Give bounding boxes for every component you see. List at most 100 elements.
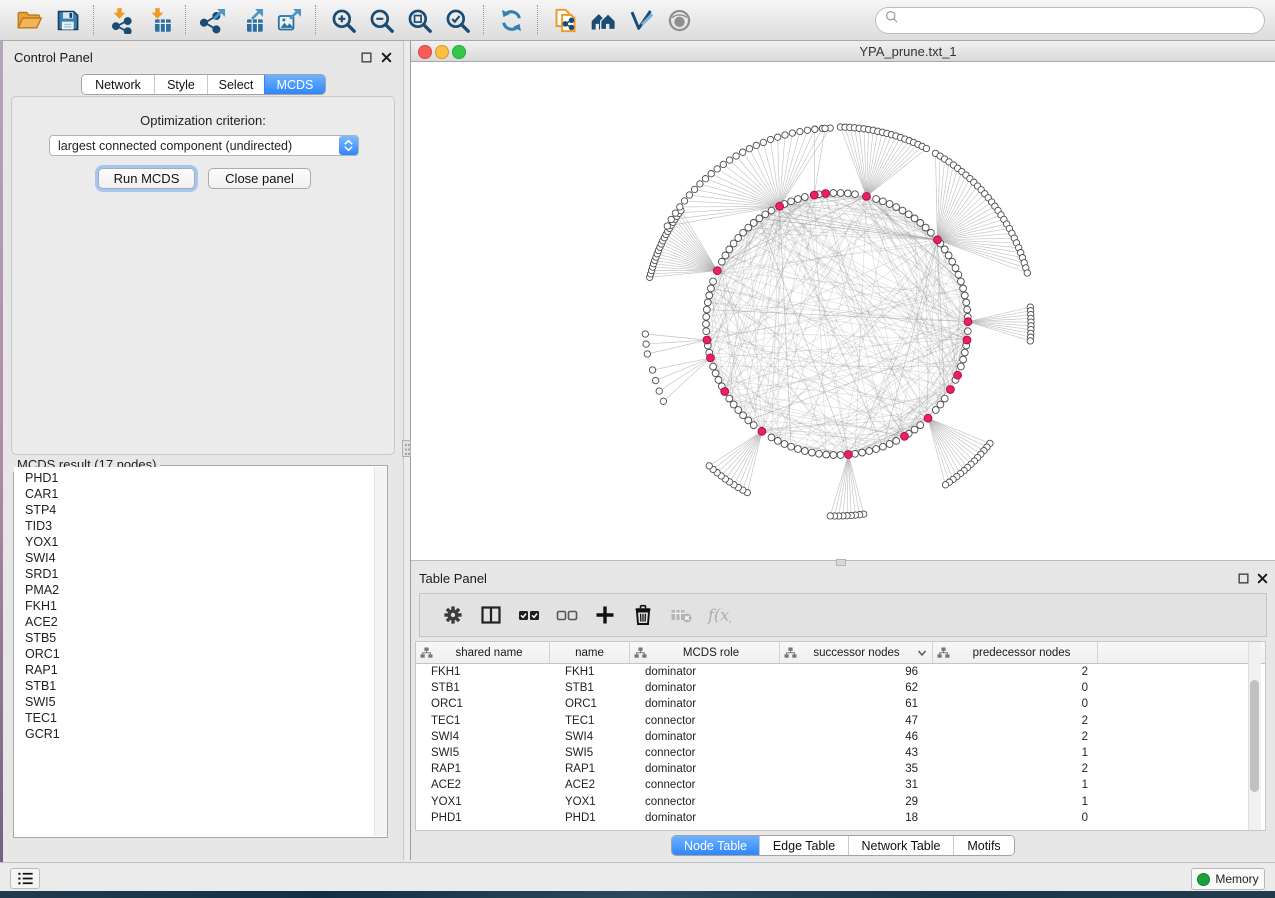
add-button[interactable]	[586, 597, 624, 633]
satellite-node[interactable]	[664, 223, 670, 229]
column-header-successor-nodes[interactable]: successor nodes	[780, 642, 933, 663]
satellite-node[interactable]	[691, 186, 697, 192]
column-header-MCDS-role[interactable]: MCDS role	[630, 642, 780, 663]
open-folder-button[interactable]	[11, 3, 47, 37]
table-row[interactable]: STB1STB1dominator620	[416, 680, 1265, 696]
column-header-name[interactable]: name	[550, 642, 630, 663]
memory-button[interactable]: Memory	[1191, 868, 1265, 890]
search-input[interactable]	[902, 12, 1256, 29]
satellite-node[interactable]	[1027, 338, 1033, 344]
satellite-node[interactable]	[660, 398, 666, 404]
tab-network-table[interactable]: Network Table	[848, 836, 953, 855]
satellite-node[interactable]	[923, 145, 929, 151]
network-node[interactable]	[955, 271, 962, 278]
satellite-node[interactable]	[686, 192, 692, 198]
tab-select[interactable]: Select	[207, 75, 264, 94]
satellite-node[interactable]	[714, 166, 720, 172]
table-row[interactable]: SWI5SWI5connector431	[416, 745, 1265, 761]
export-table-button[interactable]	[233, 3, 269, 37]
table-row[interactable]: ACE2ACE2connector311	[416, 777, 1265, 793]
network-node[interactable]	[958, 363, 965, 370]
network-node[interactable]	[911, 215, 918, 222]
network-window-titlebar[interactable]: YPA_prune.txt_1	[411, 41, 1275, 62]
network-node[interactable]	[852, 191, 859, 198]
network-node[interactable]	[788, 198, 795, 205]
network-node[interactable]	[703, 306, 710, 313]
network-node[interactable]	[941, 246, 948, 253]
network-node[interactable]	[911, 426, 918, 433]
unselect-all-button[interactable]	[548, 597, 586, 633]
network-node[interactable]	[722, 252, 729, 259]
mcds-dominator-node[interactable]	[822, 190, 830, 198]
network-node[interactable]	[949, 258, 956, 265]
network-node[interactable]	[937, 401, 944, 408]
vertical-splitter-handle[interactable]	[402, 440, 411, 457]
network-graph[interactable]	[411, 62, 1275, 560]
satellite-node[interactable]	[656, 388, 662, 394]
network-node[interactable]	[718, 258, 725, 265]
satellite-node[interactable]	[812, 126, 818, 132]
network-node[interactable]	[816, 450, 823, 457]
network-node[interactable]	[830, 452, 837, 459]
close-panel-button[interactable]: Close panel	[208, 168, 311, 189]
satellite-node[interactable]	[644, 351, 650, 357]
satellite-node[interactable]	[643, 341, 649, 347]
network-node[interactable]	[710, 363, 717, 370]
run-mcds-button[interactable]: Run MCDS	[98, 168, 195, 189]
mcds-dominator-node[interactable]	[954, 371, 962, 379]
satellite-node[interactable]	[789, 130, 795, 136]
tab-motifs[interactable]: Motifs	[953, 836, 1014, 855]
mcds-dominator-node[interactable]	[713, 267, 721, 275]
satellite-node[interactable]	[753, 142, 759, 148]
table-scrollbar-thumb[interactable]	[1250, 680, 1259, 792]
mcds-dominator-node[interactable]	[776, 202, 784, 210]
network-node[interactable]	[886, 201, 893, 208]
network-node[interactable]	[703, 313, 710, 320]
columns-button[interactable]	[472, 597, 510, 633]
network-node[interactable]	[703, 321, 710, 328]
developer-panel-button[interactable]	[10, 868, 40, 889]
mcds-dominator-node[interactable]	[845, 451, 853, 459]
network-node[interactable]	[844, 190, 851, 197]
network-node[interactable]	[952, 265, 959, 272]
network-node[interactable]	[740, 412, 747, 419]
horizontal-splitter-handle[interactable]	[836, 559, 846, 566]
network-node[interactable]	[809, 449, 816, 456]
table-row[interactable]: FKH1FKH1dominator962	[416, 664, 1265, 680]
network-node[interactable]	[963, 299, 970, 306]
save-button[interactable]	[49, 3, 85, 37]
import-table-button[interactable]	[141, 3, 177, 37]
network-node[interactable]	[708, 285, 715, 292]
satellite-node[interactable]	[726, 157, 732, 163]
network-node[interactable]	[703, 328, 710, 335]
network-node[interactable]	[886, 441, 893, 448]
export-network-button[interactable]	[195, 3, 231, 37]
satellite-node[interactable]	[797, 128, 803, 134]
import-network-button[interactable]	[103, 3, 139, 37]
tab-edge-table[interactable]: Edge Table	[759, 836, 848, 855]
network-node[interactable]	[735, 407, 742, 414]
network-node[interactable]	[961, 292, 968, 299]
satellite-node[interactable]	[746, 146, 752, 152]
mcds-dominator-node[interactable]	[703, 336, 711, 344]
zoom-fit-button[interactable]	[401, 3, 437, 37]
table-row[interactable]: RAP1RAP1dominator352	[416, 761, 1265, 777]
mcds-dominator-node[interactable]	[963, 336, 971, 344]
mcds-dominator-node[interactable]	[707, 354, 715, 362]
network-canvas[interactable]	[411, 62, 1275, 560]
network-node[interactable]	[710, 278, 717, 285]
close-icon[interactable]	[1256, 572, 1269, 585]
network-node[interactable]	[960, 356, 967, 363]
satellite-node[interactable]	[733, 153, 739, 159]
network-node[interactable]	[762, 211, 769, 218]
column-header-predecessor-nodes[interactable]: predecessor nodes	[933, 642, 1098, 663]
trash-button[interactable]	[624, 597, 662, 633]
export-image-button[interactable]	[271, 3, 307, 37]
network-node[interactable]	[788, 443, 795, 450]
mcds-dominator-node[interactable]	[863, 193, 871, 201]
satellite-node[interactable]	[822, 125, 828, 131]
network-node[interactable]	[750, 422, 757, 429]
eye-button[interactable]	[661, 3, 697, 37]
network-node[interactable]	[706, 292, 713, 299]
network-node[interactable]	[756, 215, 763, 222]
